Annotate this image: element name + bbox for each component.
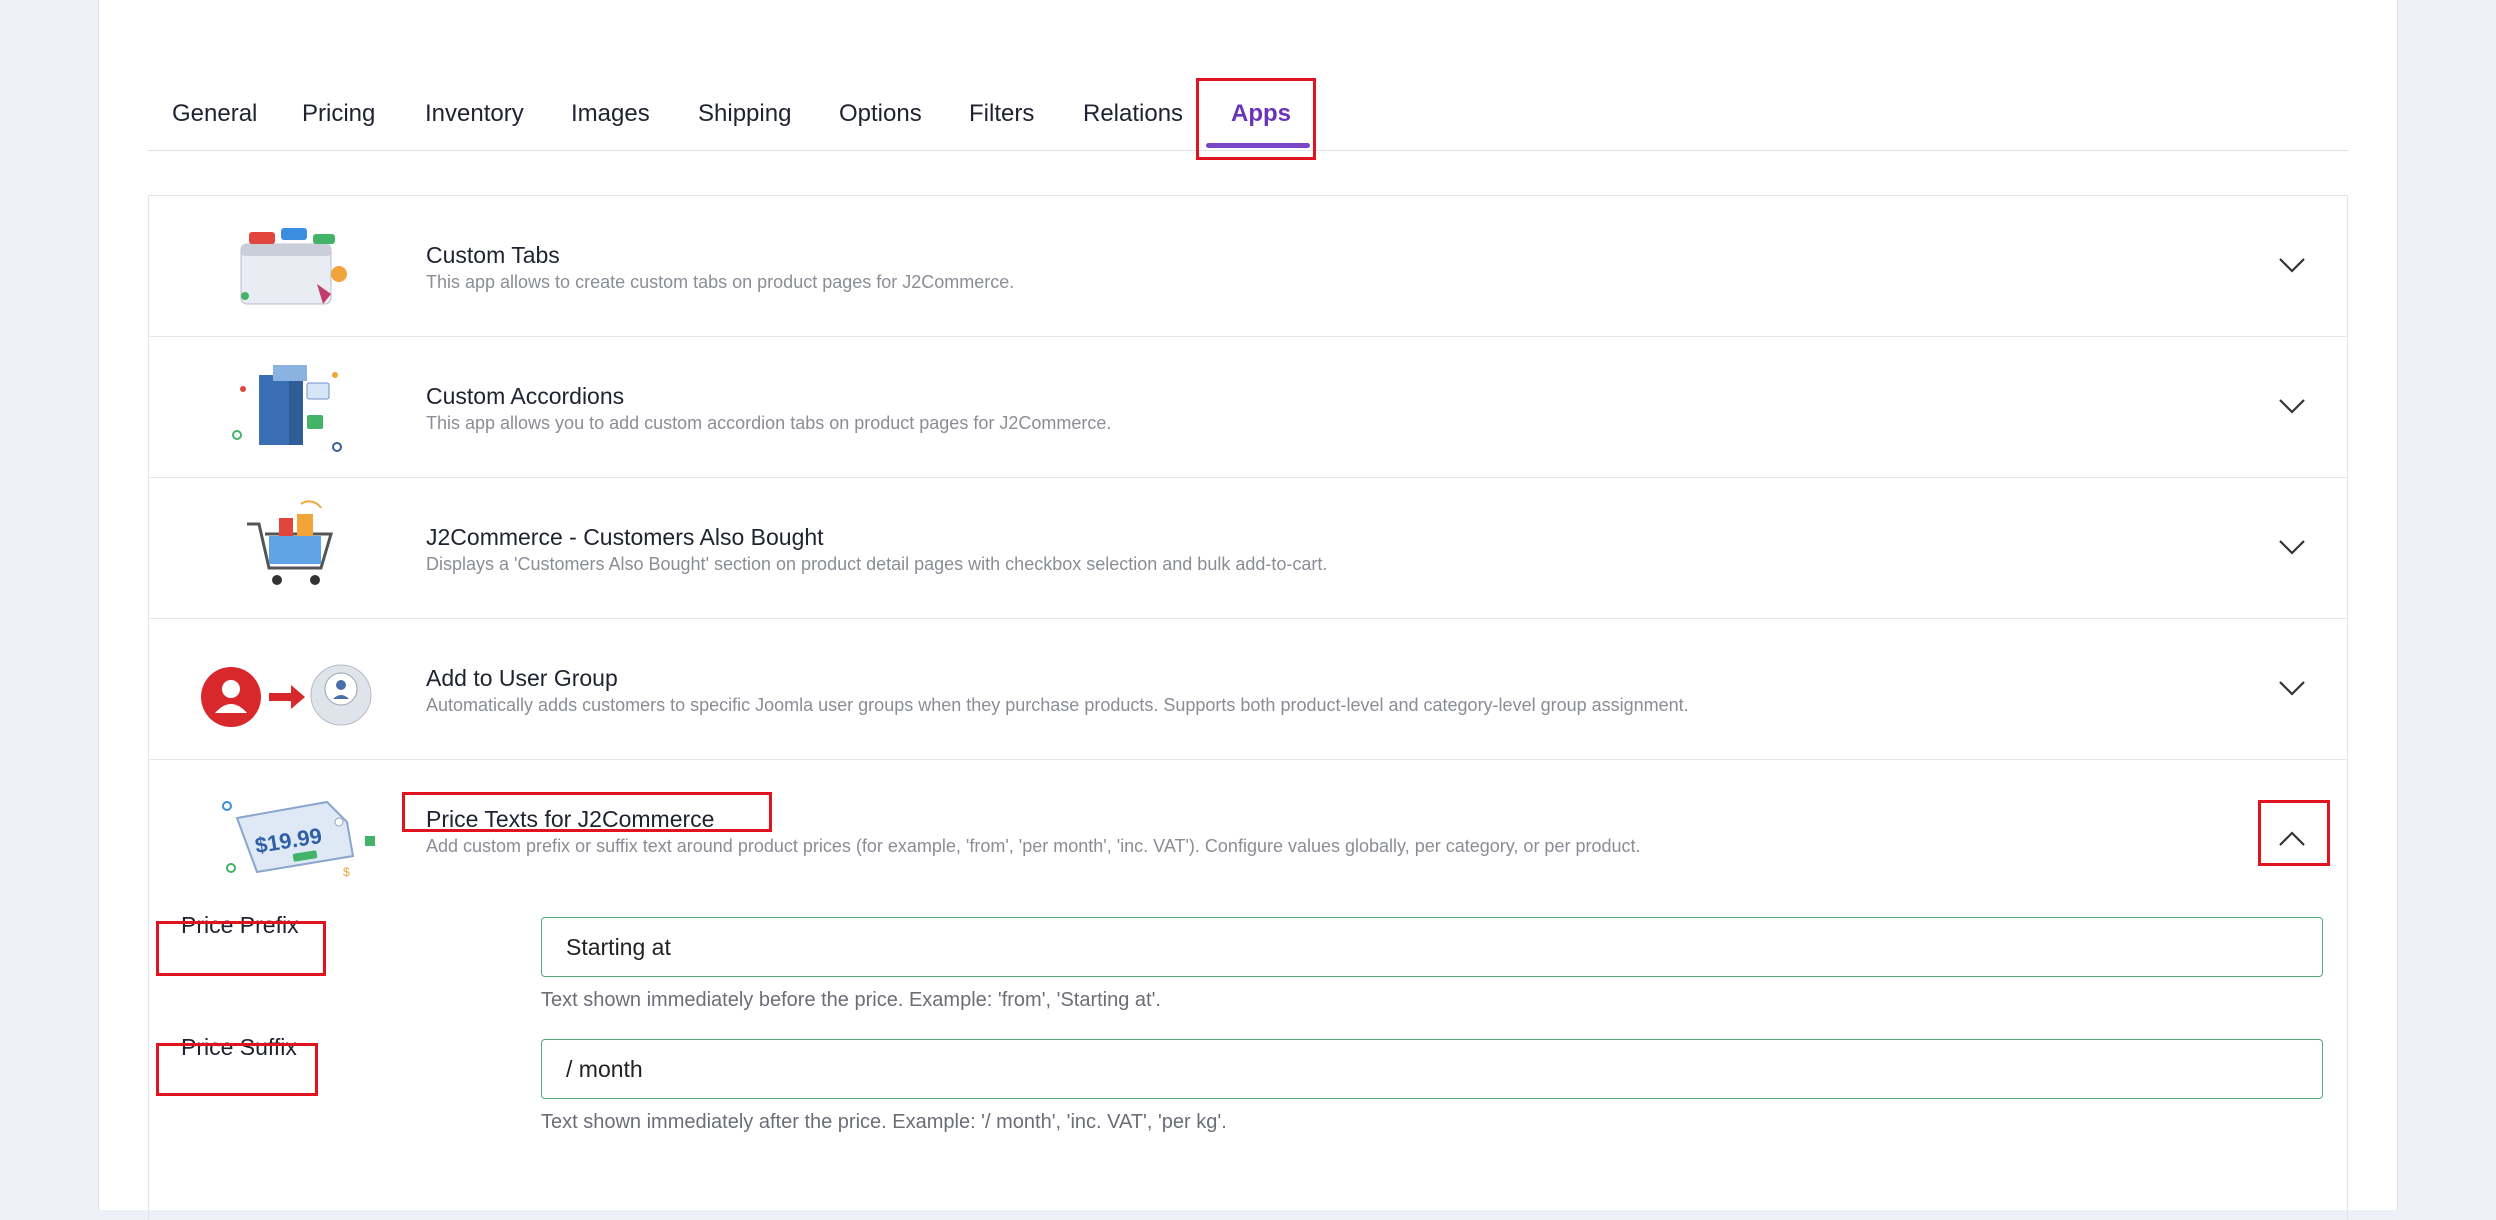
tab-pricing[interactable]: Pricing [302, 78, 375, 150]
tab-general[interactable]: General [172, 78, 257, 150]
apps-list: Custom Tabs This app allows to create cu… [148, 195, 2348, 1220]
shopping-cart-illustration [247, 500, 334, 585]
app-title-price-texts: Price Texts for J2Commerce [426, 806, 715, 832]
app-desc-custom-accordions: This app allows you to add custom accord… [426, 413, 1112, 433]
app-desc-price-texts: Add custom prefix or suffix text around … [426, 836, 1641, 856]
tab-apps[interactable]: Apps [1231, 78, 1291, 150]
custom-accordions-illustration [232, 365, 342, 452]
tab-options[interactable]: Options [839, 78, 922, 150]
price-prefix-label: Price Prefix [181, 912, 299, 938]
app-desc-add-to-user-group: Automatically adds customers to specific… [426, 695, 1689, 715]
tab-filters[interactable]: Filters [969, 78, 1034, 150]
product-tabs: General Pricing Inventory Images Shippin… [148, 78, 2348, 151]
price-suffix-help: Text shown immediately after the price. … [541, 1111, 1227, 1133]
chevron-down-icon[interactable] [2275, 671, 2309, 705]
chevron-down-icon[interactable] [2275, 248, 2309, 282]
app-desc-custom-tabs: This app allows to create custom tabs on… [426, 272, 1015, 292]
price-suffix-input[interactable] [541, 1039, 2323, 1099]
app-row-custom-accordions: Custom Accordions This app allows you to… [149, 337, 2347, 478]
price-suffix-label: Price Suffix [181, 1034, 297, 1060]
price-prefix-input[interactable] [541, 917, 2323, 977]
tab-shipping[interactable]: Shipping [698, 78, 791, 150]
chevron-up-icon[interactable] [2275, 822, 2309, 856]
custom-tabs-illustration [240, 228, 347, 305]
chevron-down-icon[interactable] [2275, 530, 2309, 564]
chevron-down-icon[interactable] [2275, 389, 2309, 423]
app-row-customers-also-bought: J2Commerce - Customers Also Bought Displ… [149, 478, 2347, 619]
tab-relations[interactable]: Relations [1083, 78, 1183, 150]
app-title-add-to-user-group: Add to User Group [426, 665, 618, 691]
app-title-custom-tabs: Custom Tabs [426, 242, 560, 268]
app-title-custom-accordions: Custom Accordions [426, 383, 625, 409]
app-desc-customers-also-bought: Displays a 'Customers Also Bought' secti… [426, 554, 1328, 574]
app-row-custom-tabs: Custom Tabs This app allows to create cu… [149, 196, 2347, 337]
svg-text:$: $ [343, 865, 350, 879]
tab-inventory[interactable]: Inventory [425, 78, 524, 150]
price-prefix-help: Text shown immediately before the price.… [541, 989, 1161, 1011]
app-row-add-to-user-group: Add to User Group Automatically adds cus… [149, 619, 2347, 760]
add-user-group-illustration [201, 664, 372, 727]
app-row-price-texts: $19.99 $ Price Texts for J2Commerce Add … [149, 760, 2347, 1220]
app-title-customers-also-bought: J2Commerce - Customers Also Bought [426, 524, 824, 550]
tab-images[interactable]: Images [571, 78, 650, 150]
price-tag-illustration: $19.99 $ [222, 800, 375, 879]
active-tab-indicator [1206, 143, 1310, 148]
